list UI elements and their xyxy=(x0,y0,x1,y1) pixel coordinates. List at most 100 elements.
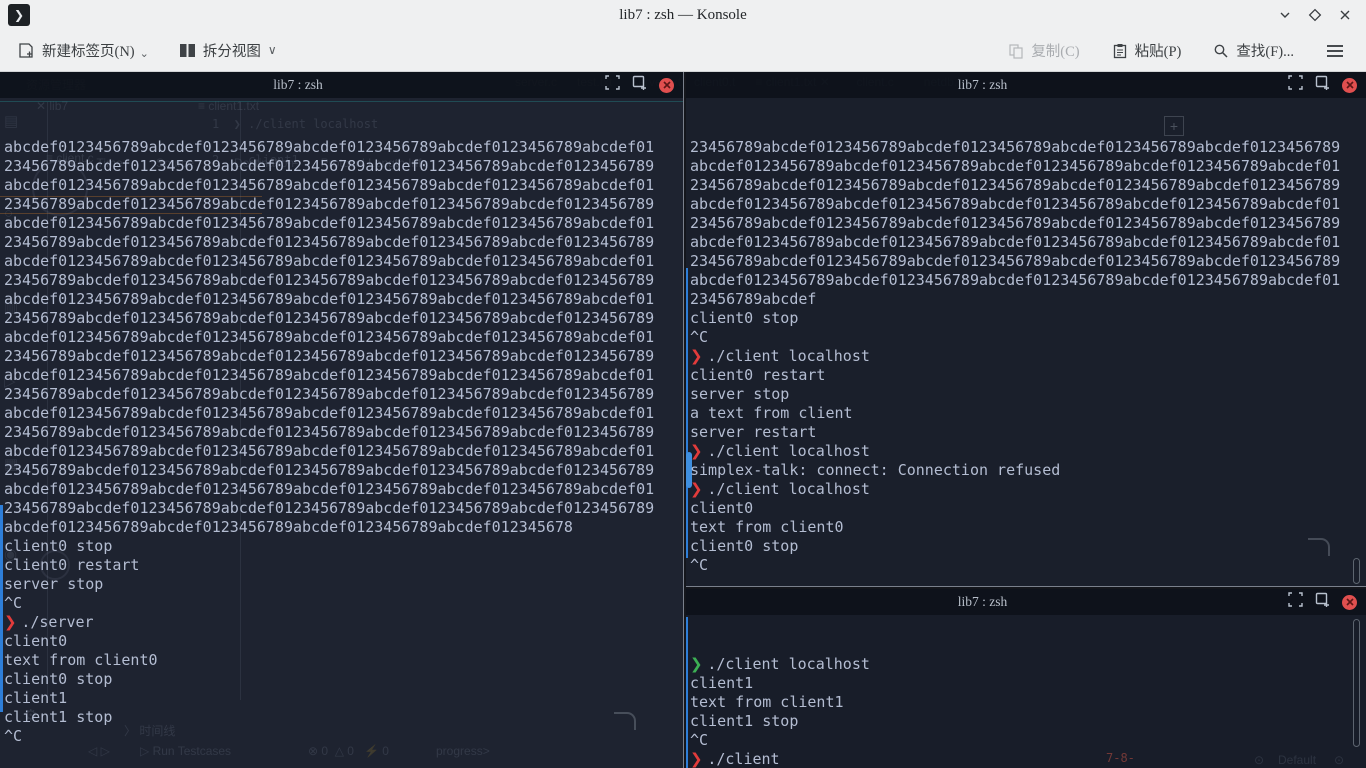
terminal-pane-top-right[interactable]: client0.t ≡ client1.txt ✕ client.c netdb… xyxy=(686,72,1366,586)
main-toolbar: 新建标签页(N) ⌄ 拆分视图 ∨ 复制(C) 粘贴(P) xyxy=(0,30,1366,72)
terminal-line: 23456789abcdef xyxy=(690,290,1366,309)
detach-tab-icon[interactable] xyxy=(1315,592,1330,612)
prompt-chevron: ❯ xyxy=(690,347,707,365)
terminal-line: ❯ ./server xyxy=(4,613,683,632)
scrollbar-thumb[interactable] xyxy=(1353,619,1360,747)
terminal-line: text from client1 xyxy=(690,693,1366,712)
terminal-line: client1 xyxy=(690,674,1366,693)
terminal-line: client0 stop xyxy=(690,309,1366,328)
terminal-line: ^C xyxy=(690,556,1366,575)
detach-tab-icon[interactable] xyxy=(1315,75,1330,95)
pane-title: lib7 : zsh xyxy=(686,594,1279,610)
split-view-button[interactable]: 拆分视图 ∨ xyxy=(171,34,285,67)
terminal-scrollback: abcdef0123456789abcdef0123456789abcdef01… xyxy=(4,138,683,746)
pane-title: lib7 : zsh xyxy=(0,77,596,93)
hamburger-icon xyxy=(1326,44,1344,58)
find-button[interactable]: 查找(F)... xyxy=(1205,34,1302,67)
maximize-pane-icon[interactable] xyxy=(1288,592,1303,612)
new-tab-icon xyxy=(18,42,35,59)
terminal-line: 23456789abcdef0123456789abcdef0123456789… xyxy=(4,309,683,328)
terminal-line: ❯ ./client localhost xyxy=(690,442,1366,461)
maximize-pane-icon[interactable] xyxy=(605,75,620,95)
prompt-chevron: ❯ xyxy=(690,442,707,460)
terminal-line: client1 xyxy=(4,689,683,708)
terminal-line: ❯ ./client localhost xyxy=(690,480,1366,499)
terminal-line: client0 restart xyxy=(690,366,1366,385)
terminal-line: abcdef0123456789abcdef0123456789abcdef01… xyxy=(4,214,683,233)
detach-tab-icon[interactable] xyxy=(632,75,647,95)
menu-button[interactable] xyxy=(1318,38,1352,64)
terminal-line: abcdef0123456789abcdef0123456789abcdef01… xyxy=(690,157,1366,176)
terminal-line: 23456789abcdef0123456789abcdef0123456789… xyxy=(4,423,683,442)
chevron-down-icon: ∨ xyxy=(268,43,277,58)
terminal-viewport[interactable]: abcdef0123456789abcdef0123456789abcdef01… xyxy=(0,98,683,768)
terminal-line: server restart xyxy=(690,423,1366,442)
search-icon xyxy=(1213,43,1229,59)
pane-title: lib7 : zsh xyxy=(686,77,1279,93)
chevron-down-icon: ⌄ xyxy=(140,47,149,60)
prompt-chevron: ❯ xyxy=(690,750,707,768)
terminal-line: client0 restart xyxy=(4,556,683,575)
terminal-line: ^C xyxy=(690,328,1366,347)
terminal-line: abcdef0123456789abcdef0123456789abcdef01… xyxy=(4,480,683,499)
terminal-line: 23456789abcdef0123456789abcdef0123456789… xyxy=(4,499,683,518)
close-pane-button[interactable] xyxy=(659,78,674,93)
terminal-line: 23456789abcdef0123456789abcdef0123456789… xyxy=(4,157,683,176)
new-tab-button[interactable]: 新建标签页(N) ⌄ xyxy=(10,34,157,67)
paste-icon xyxy=(1112,43,1128,59)
terminal-line: abcdef0123456789abcdef0123456789abcdef01… xyxy=(690,271,1366,290)
copy-icon xyxy=(1008,43,1024,59)
maximize-pane-icon[interactable] xyxy=(1288,75,1303,95)
prompt-chevron: ❯ xyxy=(4,613,21,631)
terminal-line: abcdef0123456789abcdef0123456789abcdef01… xyxy=(690,195,1366,214)
terminal-line: client1 stop xyxy=(690,712,1366,731)
terminal-line: ❯ ./client xyxy=(690,750,1366,768)
terminal-line: server stop xyxy=(4,575,683,594)
terminal-line: abcdef0123456789abcdef0123456789abcdef01… xyxy=(4,290,683,309)
copy-label: 复制(C) xyxy=(1031,40,1079,61)
split-view-icon xyxy=(179,43,196,58)
pane-header: lib7 : zsh xyxy=(0,72,683,98)
paste-button[interactable]: 粘贴(P) xyxy=(1104,34,1190,67)
terminal-line: 23456789abcdef0123456789abcdef0123456789… xyxy=(4,347,683,366)
terminal-line: client0 stop xyxy=(690,537,1366,556)
terminal-line: simplex-talk: connect: Connection refuse… xyxy=(690,461,1366,480)
pane-header: lib7 : zsh xyxy=(686,72,1366,98)
scrollbar-thumb[interactable] xyxy=(1353,558,1360,584)
split-view-label: 拆分视图 xyxy=(203,40,261,61)
terminal-line: 23456789abcdef0123456789abcdef0123456789… xyxy=(4,233,683,252)
terminal-line: abcdef0123456789abcdef0123456789abcdef01… xyxy=(4,518,683,537)
terminal-line: client1 stop xyxy=(4,708,683,727)
new-tab-label: 新建标签页(N) xyxy=(42,40,135,61)
copy-button[interactable]: 复制(C) xyxy=(1000,34,1087,67)
terminal-line: ❯ ./client localhost xyxy=(690,655,1366,674)
horizontal-splitter[interactable] xyxy=(686,586,1366,589)
close-icon xyxy=(1346,81,1354,89)
terminal-pane-bottom-right[interactable]: 7-8- Default ⊙ ⊙ lib7 : zsh ❯ ./client l… xyxy=(686,589,1366,768)
terminal-line: 23456789abcdef0123456789abcdef0123456789… xyxy=(690,252,1366,271)
terminal-line: abcdef0123456789abcdef0123456789abcdef01… xyxy=(4,366,683,385)
minimize-button[interactable] xyxy=(1278,8,1292,22)
terminal-line: server stop xyxy=(690,385,1366,404)
pane-header: lib7 : zsh xyxy=(686,589,1366,615)
terminal-line: ^C xyxy=(4,727,683,746)
window-title: lib7 : zsh — Konsole xyxy=(0,7,1366,24)
terminal-viewport[interactable]: ❯ ./client localhostclient1text from cli… xyxy=(686,615,1366,768)
terminal-line: ^C xyxy=(4,594,683,613)
terminal-line: 23456789abcdef0123456789abcdef0123456789… xyxy=(4,195,683,214)
terminal-line: abcdef0123456789abcdef0123456789abcdef01… xyxy=(4,404,683,423)
maximize-button[interactable] xyxy=(1308,8,1322,22)
close-button[interactable] xyxy=(1338,8,1352,22)
prompt-chevron: ❯ xyxy=(690,655,707,673)
find-label: 查找(F)... xyxy=(1236,40,1294,61)
terminal-scrollback: 23456789abcdef0123456789abcdef0123456789… xyxy=(690,138,1366,575)
terminal-pane-left[interactable]: 资源管理器 server.c test.txt server.txt ✕ lib… xyxy=(0,72,683,768)
close-pane-button[interactable] xyxy=(1342,78,1357,93)
vertical-splitter[interactable] xyxy=(683,72,686,768)
terminal-line: abcdef0123456789abcdef0123456789abcdef01… xyxy=(4,138,683,157)
terminal-viewport[interactable]: 23456789abcdef0123456789abcdef0123456789… xyxy=(686,98,1366,586)
terminal-line: abcdef0123456789abcdef0123456789abcdef01… xyxy=(4,328,683,347)
terminal-line: 23456789abcdef0123456789abcdef0123456789… xyxy=(690,138,1366,157)
terminal-line: client0 stop xyxy=(4,537,683,556)
close-pane-button[interactable] xyxy=(1342,595,1357,610)
